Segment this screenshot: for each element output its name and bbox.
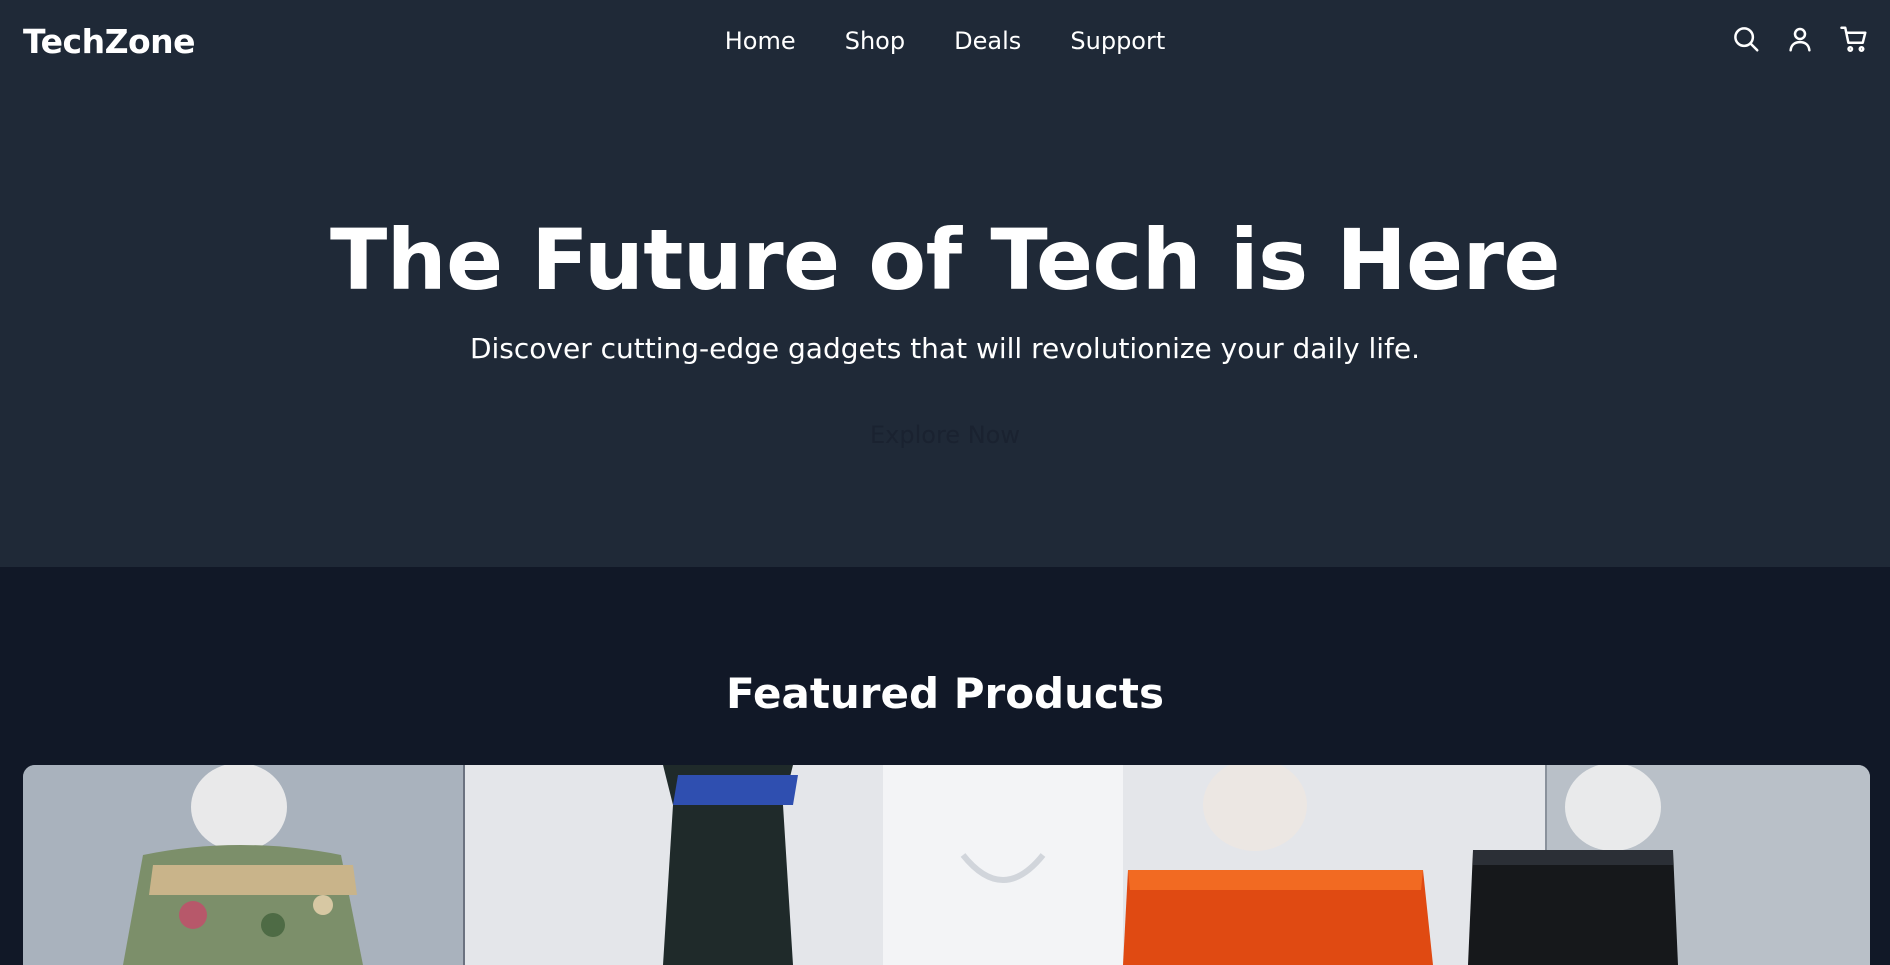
explore-now-button[interactable]: Explore Now	[848, 411, 1042, 459]
hero-section: TechZone Home Shop Deals Support The Fut…	[0, 0, 1890, 567]
search-icon[interactable]	[1730, 22, 1762, 56]
hero-content: The Future of Tech is Here Discover cutt…	[0, 205, 1890, 459]
nav-link-deals[interactable]: Deals	[954, 22, 1021, 60]
navbar: TechZone Home Shop Deals Support	[0, 0, 1890, 82]
header-actions	[1730, 22, 1870, 56]
cart-icon[interactable]	[1838, 22, 1870, 56]
featured-products-title: Featured Products	[726, 669, 1164, 718]
nav-link-shop[interactable]: Shop	[845, 22, 905, 60]
hero-title: The Future of Tech is Here	[329, 211, 1561, 309]
nav-link-support[interactable]: Support	[1070, 22, 1165, 60]
featured-banner-image[interactable]	[23, 765, 1870, 965]
brand-logo[interactable]: TechZone	[23, 20, 196, 64]
mannequins-photo	[23, 765, 1870, 965]
nav-link-home[interactable]: Home	[725, 22, 796, 60]
hero-subtitle: Discover cutting-edge gadgets that will …	[469, 332, 1421, 365]
main-menu: Home Shop Deals Support	[0, 22, 1890, 60]
user-icon[interactable]	[1784, 22, 1816, 56]
